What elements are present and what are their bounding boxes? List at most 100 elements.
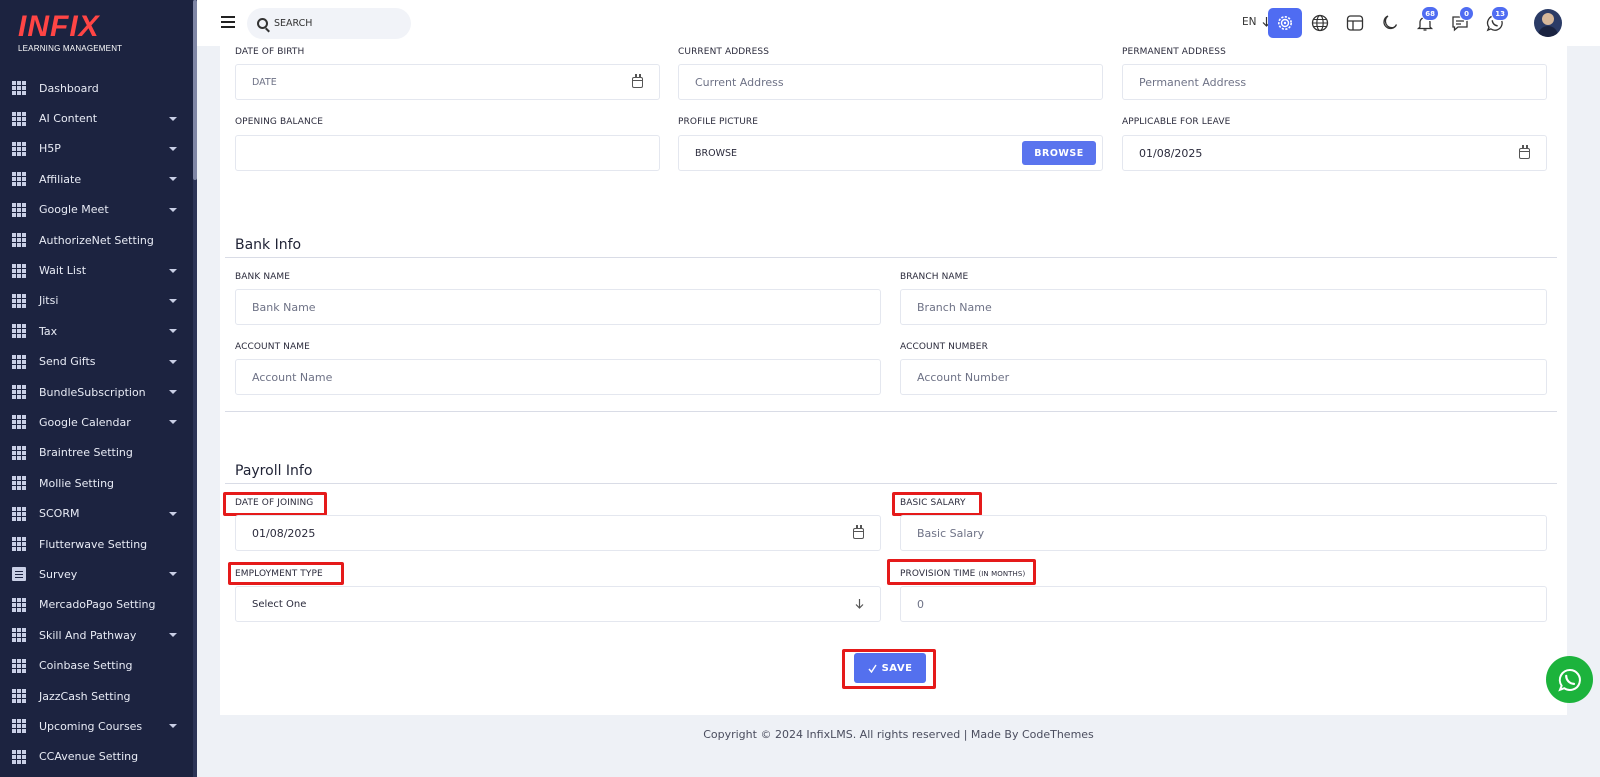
sidebar-item-flutterwave-setting[interactable]: Flutterwave Setting (0, 529, 193, 559)
whatsapp-chat-button[interactable] (1546, 656, 1593, 703)
dark-mode-button[interactable] (1373, 8, 1407, 38)
sidebar-item-upcoming-courses[interactable]: Upcoming Courses (0, 711, 193, 741)
bank-name-label: BANK NAME (235, 272, 291, 282)
grid-icon (12, 415, 26, 430)
permanent-address-input[interactable] (1139, 75, 1530, 89)
notifications-button[interactable]: 68 (1408, 6, 1442, 38)
provision-time-field[interactable] (900, 586, 1547, 622)
sidebar-item-bundlesubscription[interactable]: BundleSubscription (0, 377, 193, 407)
sidebar-item-google-meet[interactable]: Google Meet (0, 195, 193, 225)
account-number-input[interactable] (917, 370, 1530, 384)
current-address-input[interactable] (695, 75, 1086, 89)
sidebar-item-scorm[interactable]: SCORM (0, 498, 193, 528)
permanent-address-field[interactable] (1122, 64, 1547, 100)
sidebar-item-label: BundleSubscription (39, 385, 146, 399)
sidebar-item-mercadopago-setting[interactable]: MercadoPago Setting (0, 590, 193, 620)
account-name-field[interactable] (235, 359, 881, 395)
chevron-down-icon[interactable] (169, 420, 177, 425)
chevron-down-icon[interactable] (169, 390, 177, 395)
browse-button[interactable]: BROWSE (1022, 141, 1096, 165)
chevron-down-icon[interactable] (169, 268, 177, 273)
grid-icon (12, 111, 26, 126)
sidebar-item-ccavenue-setting[interactable]: CCAvenue Setting (0, 742, 193, 772)
section-divider (225, 411, 1557, 412)
sidebar-scrollbar[interactable] (193, 0, 197, 777)
chevron-down-icon[interactable] (169, 207, 177, 212)
sidebar-item-label: H5P (39, 142, 61, 156)
provision-time-input[interactable] (917, 597, 1530, 611)
sidebar-item-survey[interactable]: Survey (0, 559, 193, 589)
bank-name-field[interactable] (235, 289, 881, 325)
chevron-down-icon[interactable] (169, 146, 177, 151)
chevron-down-icon[interactable] (169, 572, 177, 577)
user-avatar[interactable] (1534, 9, 1562, 37)
sidebar-item-tax[interactable]: Tax (0, 316, 193, 346)
branch-name-input[interactable] (917, 300, 1530, 314)
applicable-for-leave-field[interactable]: 01/08/2025 (1122, 135, 1547, 171)
search-box[interactable] (247, 8, 411, 39)
sidebar-item-jitsi[interactable]: Jitsi (0, 286, 193, 316)
sidebar-item-send-gifts[interactable]: Send Gifts (0, 347, 193, 377)
opening-balance-input[interactable] (252, 146, 643, 160)
grid-icon (12, 81, 26, 96)
menu-toggle-icon[interactable] (221, 16, 235, 28)
chevron-down-icon[interactable] (169, 177, 177, 182)
sidebar-item-wait-list[interactable]: Wait List (0, 255, 193, 285)
calendar-icon[interactable] (1519, 144, 1530, 159)
sidebar-item-label: Affiliate (39, 172, 82, 186)
website-button[interactable] (1303, 8, 1337, 38)
profile-picture-field[interactable]: BROWSE BROWSE (678, 135, 1103, 171)
sidebar-item-google-calendar[interactable]: Google Calendar (0, 407, 193, 437)
calendar-icon[interactable] (632, 73, 643, 88)
sidebar-item-label: Flutterwave Setting (39, 537, 148, 551)
chevron-down-icon[interactable] (169, 511, 177, 516)
sidebar-item-label: Mollie Setting (39, 476, 115, 490)
highlight-box (887, 559, 1036, 585)
basic-salary-input[interactable] (917, 526, 1530, 540)
sidebar-item-label: AI Content (39, 112, 98, 126)
opening-balance-field[interactable] (235, 135, 660, 171)
employment-type-select[interactable]: Select One (235, 586, 881, 622)
chevron-down-icon[interactable] (169, 724, 177, 729)
current-address-label: CURRENT ADDRESS (678, 47, 770, 57)
search-input[interactable] (274, 18, 394, 29)
sidebar-item-ai-content[interactable]: AI Content (0, 103, 193, 133)
sidebar-menu: Dashboard AI Content H5P Affiliate Google Me… (0, 73, 193, 772)
sidebar-item-affiliate[interactable]: Affiliate (0, 164, 193, 194)
sidebar-item-skill-and-pathway[interactable]: Skill And Pathway (0, 620, 193, 650)
sidebar-item-h5p[interactable]: H5P (0, 134, 193, 164)
bank-name-input[interactable] (252, 300, 864, 314)
sidebar-item-braintree-setting[interactable]: Braintree Setting (0, 438, 193, 468)
sidebar-item-jazzcash-setting[interactable]: JazzCash Setting (0, 681, 193, 711)
whatsapp-button[interactable]: 13 (1478, 6, 1512, 38)
messages-button[interactable]: 0 (1443, 6, 1477, 38)
account-name-input[interactable] (252, 370, 864, 384)
chevron-down-icon[interactable] (169, 633, 177, 638)
highlight-box (228, 562, 344, 585)
sidebar-item-label: CCAvenue Setting (39, 750, 139, 764)
date-of-birth-field[interactable]: DATE (235, 64, 660, 100)
grid-icon (12, 385, 26, 400)
branch-name-field[interactable] (900, 289, 1547, 325)
branch-name-label: BRANCH NAME (900, 272, 969, 282)
basic-salary-field[interactable] (900, 515, 1547, 551)
chevron-down-icon[interactable] (169, 359, 177, 364)
brand-logo[interactable]: INFIX LEARNING MANAGEMENT (18, 12, 122, 54)
date-of-joining-field[interactable]: 01/08/2025 (235, 515, 881, 551)
current-address-field[interactable] (678, 64, 1103, 100)
settings-button[interactable] (1268, 8, 1302, 38)
calendar-icon[interactable] (853, 524, 864, 539)
chevron-down-icon[interactable] (169, 116, 177, 121)
chevron-down-icon[interactable] (169, 329, 177, 334)
account-number-field[interactable] (900, 359, 1547, 395)
sidebar-item-mollie-setting[interactable]: Mollie Setting (0, 468, 193, 498)
layout-button[interactable] (1338, 8, 1372, 38)
sidebar-item-label: Coinbase Setting (39, 659, 133, 673)
sidebar-item-coinbase-setting[interactable]: Coinbase Setting (0, 650, 193, 680)
chevron-down-icon[interactable] (169, 298, 177, 303)
sidebar-item-dashboard[interactable]: Dashboard (0, 73, 193, 103)
sidebar-item-label: Skill And Pathway (39, 628, 137, 642)
sidebar-item-authorizenet-setting[interactable]: AuthorizeNet Setting (0, 225, 193, 255)
language-selector[interactable]: EN (1242, 16, 1271, 28)
save-button[interactable]: SAVE (854, 653, 926, 683)
